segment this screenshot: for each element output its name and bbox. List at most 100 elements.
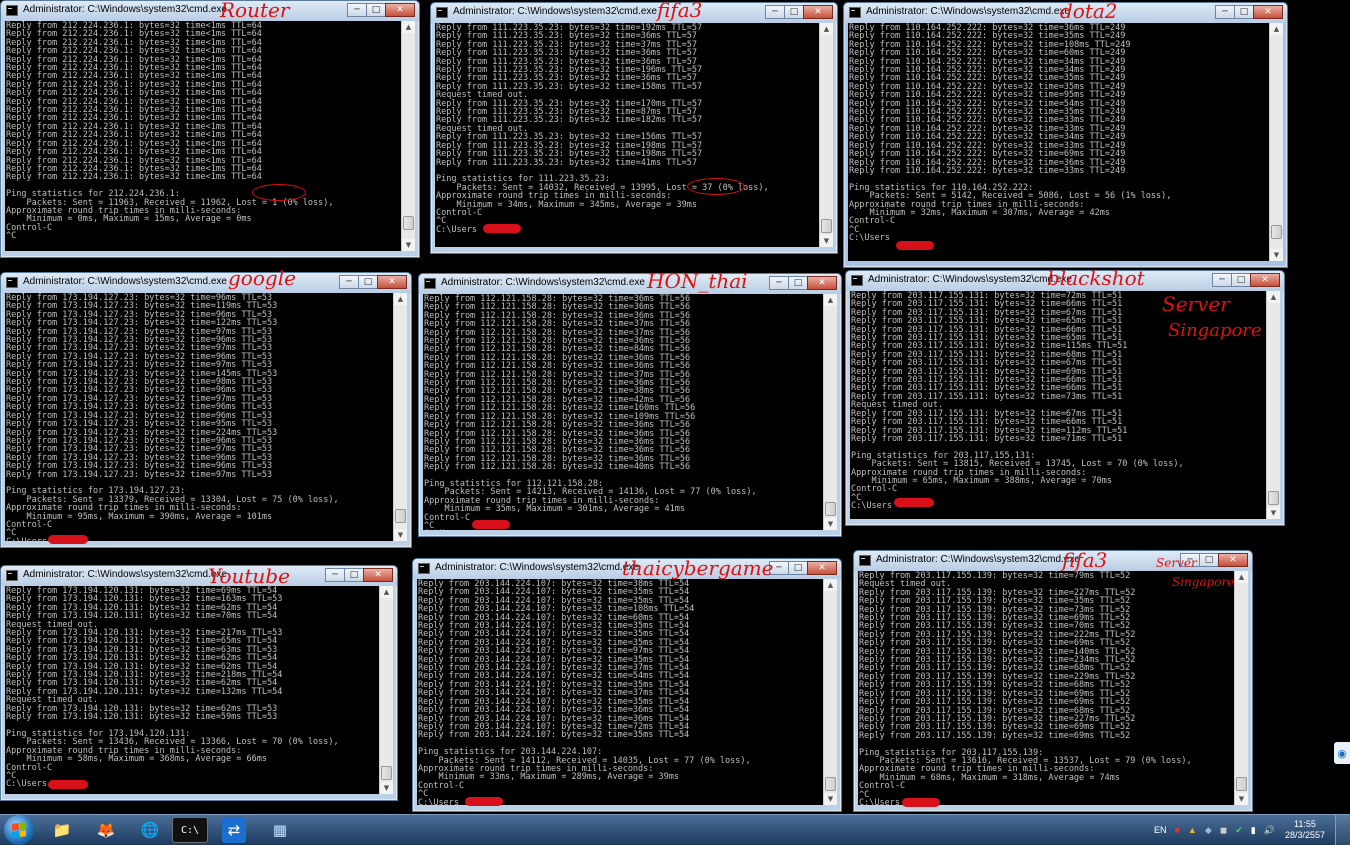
title-bar[interactable]: Administrator: C:\Windows\system32\cmd.e… bbox=[1, 1, 419, 21]
close-button[interactable]: ✕ bbox=[377, 275, 407, 289]
tray-check-icon[interactable]: ✔ bbox=[1235, 825, 1243, 836]
scroll-thumb[interactable] bbox=[1271, 225, 1282, 239]
console-output[interactable]: Reply from 112.121.158.28: bytes=32 time… bbox=[423, 294, 824, 530]
scroll-up-icon[interactable]: ▲ bbox=[402, 21, 415, 33]
scrollbar[interactable]: ▲ ▼ bbox=[823, 294, 837, 530]
scroll-up-icon[interactable]: ▲ bbox=[394, 293, 407, 305]
close-button[interactable]: ✕ bbox=[363, 568, 393, 582]
maximize-button[interactable]: □ bbox=[358, 275, 378, 289]
scroll-thumb[interactable] bbox=[395, 509, 406, 523]
scroll-thumb[interactable] bbox=[403, 216, 414, 230]
scrollbar[interactable]: ▲ ▼ bbox=[393, 293, 407, 541]
title-bar[interactable]: Administrator: C:\Windows\system32\cmd.e… bbox=[1, 566, 397, 586]
tray-app-icon-2[interactable]: ◆ bbox=[1205, 825, 1212, 836]
maximize-button[interactable]: □ bbox=[344, 568, 364, 582]
scroll-down-icon[interactable]: ▼ bbox=[1235, 793, 1248, 805]
cmd-window-dota2[interactable]: Administrator: C:\Windows\system32\cmd.e… bbox=[843, 2, 1288, 268]
cmd-icon[interactable]: C:\ bbox=[172, 817, 208, 843]
console-output[interactable]: Reply from 111.223.35.23: bytes=32 time=… bbox=[435, 23, 820, 247]
scroll-up-icon[interactable]: ▲ bbox=[1267, 291, 1280, 303]
scroll-thumb[interactable] bbox=[381, 766, 392, 780]
fox-app-icon[interactable]: 🦊 bbox=[88, 817, 124, 843]
close-button[interactable]: ✕ bbox=[1253, 5, 1283, 19]
scroll-thumb[interactable] bbox=[821, 219, 832, 233]
console-output[interactable]: Reply from 173.194.127.23: bytes=32 time… bbox=[5, 293, 394, 541]
console-output[interactable]: Reply from 203.117.155.139: bytes=32 tim… bbox=[858, 571, 1235, 805]
cmd-window-thaicybergame[interactable]: Administrator: C:\Windows\system32\cmd.e… bbox=[412, 558, 842, 812]
title-bar[interactable]: Administrator: C:\Windows\system32\cmd.e… bbox=[431, 3, 837, 23]
scroll-down-icon[interactable]: ▼ bbox=[820, 235, 833, 247]
scroll-up-icon[interactable]: ▲ bbox=[1270, 23, 1283, 35]
close-button[interactable]: ✕ bbox=[1250, 273, 1280, 287]
maximize-button[interactable]: □ bbox=[366, 3, 386, 17]
maximize-button[interactable]: □ bbox=[788, 561, 808, 575]
cmd-window-hon-thai[interactable]: Administrator: C:\Windows\system32\cmd.e… bbox=[418, 273, 842, 537]
network-icon[interactable]: ▮ bbox=[1251, 825, 1256, 836]
scroll-down-icon[interactable]: ▼ bbox=[402, 239, 415, 251]
minimize-button[interactable]: ─ bbox=[765, 5, 785, 19]
scrollbar[interactable]: ▲ ▼ bbox=[1266, 291, 1280, 519]
scroll-up-icon[interactable]: ▲ bbox=[824, 579, 837, 591]
minimize-button[interactable]: ─ bbox=[339, 275, 359, 289]
title-bar[interactable]: Administrator: C:\Windows\system32\cmd.e… bbox=[1, 273, 411, 293]
firefox-icon[interactable]: 🌐 bbox=[132, 817, 168, 843]
show-desktop-button[interactable] bbox=[1335, 815, 1350, 845]
side-notification-icon[interactable]: ◉ bbox=[1334, 742, 1350, 764]
scrollbar[interactable]: ▲ ▼ bbox=[1269, 23, 1283, 261]
network-app-icon[interactable]: ▦ bbox=[262, 817, 298, 843]
console-output[interactable]: Reply from 203.144.224.107: bytes=32 tim… bbox=[417, 579, 824, 805]
scrollbar[interactable]: ▲ ▼ bbox=[401, 21, 415, 251]
close-button[interactable]: ✕ bbox=[807, 276, 837, 290]
scroll-thumb[interactable] bbox=[1268, 491, 1279, 505]
scrollbar[interactable]: ▲ ▼ bbox=[1234, 571, 1248, 805]
minimize-button[interactable]: ─ bbox=[1215, 5, 1235, 19]
scroll-up-icon[interactable]: ▲ bbox=[820, 23, 833, 35]
title-bar[interactable]: Administrator: C:\Windows\system32\cmd.e… bbox=[419, 274, 841, 294]
scroll-down-icon[interactable]: ▼ bbox=[380, 782, 393, 794]
maximize-button[interactable]: □ bbox=[1231, 273, 1251, 287]
close-button[interactable]: ✕ bbox=[385, 3, 415, 17]
console-output[interactable]: Reply from 110.164.252.222: bytes=32 tim… bbox=[848, 23, 1270, 261]
file-explorer-icon[interactable]: 📁 bbox=[44, 817, 80, 843]
scrollbar[interactable]: ▲ ▼ bbox=[823, 579, 837, 805]
scroll-up-icon[interactable]: ▲ bbox=[824, 294, 837, 306]
tray-warning-icon[interactable]: ▲ bbox=[1188, 825, 1197, 835]
close-button[interactable]: ✕ bbox=[803, 5, 833, 19]
scroll-down-icon[interactable]: ▼ bbox=[1270, 249, 1283, 261]
scroll-down-icon[interactable]: ▼ bbox=[824, 793, 837, 805]
tray-app-icon-3[interactable]: ◼ bbox=[1220, 825, 1227, 836]
minimize-button[interactable]: ─ bbox=[769, 276, 789, 290]
maximize-button[interactable]: □ bbox=[784, 5, 804, 19]
maximize-button[interactable]: □ bbox=[1199, 553, 1219, 567]
scrollbar[interactable]: ▲ ▼ bbox=[819, 23, 833, 247]
cmd-window-fifa3[interactable]: Administrator: C:\Windows\system32\cmd.e… bbox=[430, 2, 838, 254]
tray-app-icon[interactable]: ■ bbox=[1174, 825, 1179, 835]
cmd-window-youtube[interactable]: Administrator: C:\Windows\system32\cmd.e… bbox=[0, 565, 398, 801]
scroll-down-icon[interactable]: ▼ bbox=[1267, 507, 1280, 519]
minimize-button[interactable]: ─ bbox=[347, 3, 367, 17]
maximize-button[interactable]: □ bbox=[1234, 5, 1254, 19]
scroll-down-icon[interactable]: ▼ bbox=[824, 518, 837, 530]
scrollbar[interactable]: ▲ ▼ bbox=[379, 586, 393, 794]
scroll-up-icon[interactable]: ▲ bbox=[380, 586, 393, 598]
close-button[interactable]: ✕ bbox=[807, 561, 837, 575]
teamviewer-icon[interactable]: ⇄ bbox=[222, 817, 246, 843]
scroll-thumb[interactable] bbox=[825, 502, 836, 516]
cmd-window-fifa3-singapore[interactable]: Administrator: C:\Windows\system32\cmd.e… bbox=[853, 550, 1253, 812]
cmd-window-router[interactable]: Administrator: C:\Windows\system32\cmd.e… bbox=[0, 0, 420, 258]
maximize-button[interactable]: □ bbox=[788, 276, 808, 290]
scroll-down-icon[interactable]: ▼ bbox=[394, 529, 407, 541]
minimize-button[interactable]: ─ bbox=[325, 568, 345, 582]
scroll-thumb[interactable] bbox=[1236, 777, 1247, 791]
scroll-thumb[interactable] bbox=[825, 777, 836, 791]
minimize-button[interactable]: ─ bbox=[1212, 273, 1232, 287]
volume-icon[interactable]: 🔊 bbox=[1264, 825, 1275, 836]
cmd-window-google[interactable]: Administrator: C:\Windows\system32\cmd.e… bbox=[0, 272, 412, 548]
close-button[interactable]: ✕ bbox=[1218, 553, 1248, 567]
start-button[interactable] bbox=[4, 815, 34, 845]
console-output[interactable]: Reply from 212.224.236.1: bytes=32 time<… bbox=[5, 21, 402, 251]
scroll-up-icon[interactable]: ▲ bbox=[1235, 571, 1248, 583]
console-output[interactable]: Reply from 173.194.120.131: bytes=32 tim… bbox=[5, 586, 380, 794]
clock[interactable]: 11:55 28/3/2557 bbox=[1285, 819, 1325, 841]
language-indicator[interactable]: EN bbox=[1154, 825, 1167, 835]
